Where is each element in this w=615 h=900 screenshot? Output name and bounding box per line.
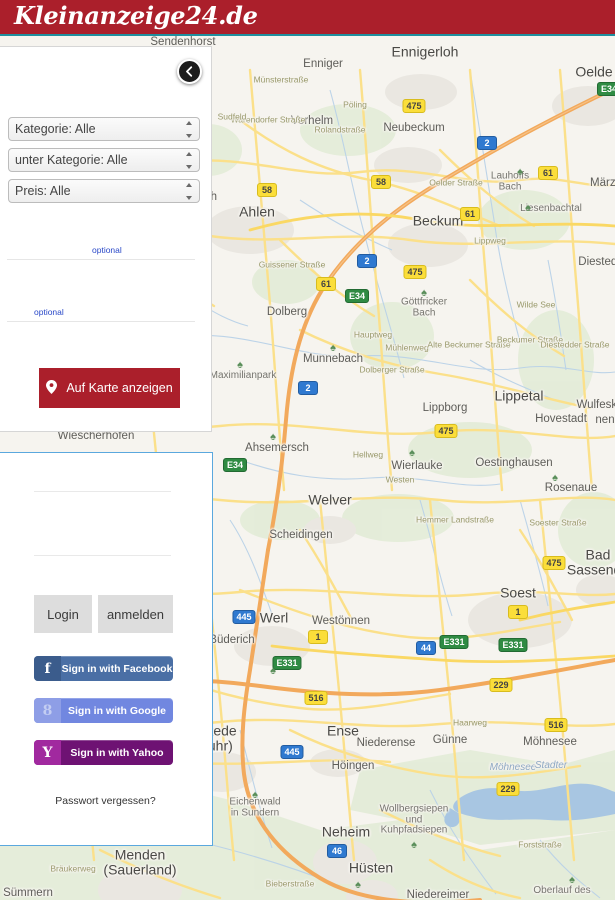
- road-shield: 61: [460, 207, 480, 221]
- road-shield: E34: [344, 289, 370, 303]
- road-shield: 58: [371, 175, 391, 189]
- price-select-row: Preis: Alle: [8, 179, 200, 203]
- tree-icon: ♠: [330, 342, 336, 354]
- password-field[interactable]: [34, 555, 171, 580]
- road-shield: 445: [280, 745, 304, 759]
- road-shield: 46: [327, 844, 347, 858]
- road-shield: 44: [416, 641, 436, 655]
- road-shield: 2: [357, 254, 377, 268]
- register-button[interactable]: anmelden: [98, 595, 173, 633]
- tree-icon: ♠: [552, 472, 558, 484]
- road-shield: 475: [402, 99, 426, 113]
- road-shield: 445: [232, 610, 256, 624]
- tree-icon: ♠: [411, 839, 417, 851]
- road-shield: 2: [298, 381, 318, 395]
- page-root: Sendenhorst Ennigerloh Oelde Enniger Vorhelm…: [0, 0, 615, 900]
- search-input-1[interactable]: [7, 259, 195, 287]
- road-shield: 229: [489, 678, 513, 692]
- chevron-left-icon: [186, 66, 193, 77]
- subcategory-select-row: unter Kategorie: Alle: [8, 148, 200, 172]
- collapse-panel-button[interactable]: [177, 59, 202, 84]
- optional-label-2: optional: [34, 307, 64, 317]
- category-select[interactable]: Kategorie: Alle: [8, 117, 200, 141]
- subcategory-select[interactable]: unter Kategorie: Alle: [8, 148, 200, 172]
- road-shield: 516: [544, 718, 568, 732]
- category-select-value: Kategorie: Alle: [15, 122, 96, 136]
- yahoo-signin-label: Sign in with Yahoo: [70, 746, 164, 759]
- road-shield: 475: [542, 556, 566, 570]
- price-select-value: Preis: Alle: [15, 184, 71, 198]
- tree-icon: ♠: [409, 447, 415, 459]
- road-shield: 1: [508, 605, 528, 619]
- select-arrows-icon: [185, 152, 192, 169]
- road-shield: E331: [272, 656, 302, 670]
- facebook-signin-button[interactable]: f Sign in with Facebook: [34, 656, 173, 681]
- road-shield: 61: [316, 277, 336, 291]
- tree-icon: ♠: [270, 431, 276, 443]
- tree-icon: ♠: [421, 287, 427, 299]
- login-button[interactable]: Login: [34, 595, 92, 633]
- facebook-signin-label: Sign in with Facebook: [61, 662, 173, 675]
- google-signin-button[interactable]: 8 Sign in with Google: [34, 698, 173, 723]
- tree-icon: ♠: [237, 359, 243, 371]
- google-icon: 8: [34, 698, 61, 723]
- tree-icon: ♠: [517, 166, 523, 178]
- show-on-map-button[interactable]: Auf Karte anzeigen: [39, 368, 180, 408]
- subcategory-select-value: unter Kategorie: Alle: [15, 153, 128, 167]
- tree-icon: ♠: [525, 202, 531, 214]
- yahoo-icon: Y: [34, 740, 61, 765]
- tree-icon: ♠: [355, 879, 361, 891]
- tree-icon: ♠: [252, 789, 258, 801]
- road-shield: 516: [304, 691, 328, 705]
- map-pin-icon: [46, 379, 58, 397]
- road-shield: 475: [403, 265, 427, 279]
- search-input-2[interactable]: [7, 321, 195, 349]
- filter-panel: Kategorie: Alle unter Kategorie: Alle Pr…: [0, 46, 212, 432]
- forgot-password-link[interactable]: Passwort vergessen?: [0, 795, 213, 807]
- login-panel: Login anmelden f Sign in with Facebook 8…: [0, 452, 213, 846]
- road-shield: 475: [434, 424, 458, 438]
- road-shield: 61: [538, 166, 558, 180]
- username-field[interactable]: [34, 491, 171, 516]
- road-shield: 229: [496, 782, 520, 796]
- tree-icon: ♠: [270, 665, 276, 677]
- facebook-icon: f: [34, 656, 61, 681]
- google-signin-label: Sign in with Google: [68, 704, 166, 717]
- select-arrows-icon: [185, 183, 192, 200]
- select-arrows-icon: [185, 121, 192, 138]
- site-logo[interactable]: Kleinanzeige24.de: [14, 1, 258, 30]
- optional-label-1: optional: [92, 245, 122, 255]
- road-shield: 2: [477, 136, 497, 150]
- tree-icon: ♠: [569, 874, 575, 886]
- road-shield: E34: [222, 458, 248, 472]
- road-shield: 1: [308, 630, 328, 644]
- site-header: Kleinanzeige24.de: [0, 0, 615, 36]
- price-select[interactable]: Preis: Alle: [8, 179, 200, 203]
- road-shield: 58: [257, 183, 277, 197]
- show-on-map-label: Auf Karte anzeigen: [66, 381, 173, 395]
- yahoo-signin-button[interactable]: Y Sign in with Yahoo: [34, 740, 173, 765]
- road-shield: E331: [439, 635, 469, 649]
- road-shield: E331: [498, 638, 528, 652]
- category-select-row: Kategorie: Alle: [8, 117, 200, 141]
- road-shield: E34: [596, 82, 615, 96]
